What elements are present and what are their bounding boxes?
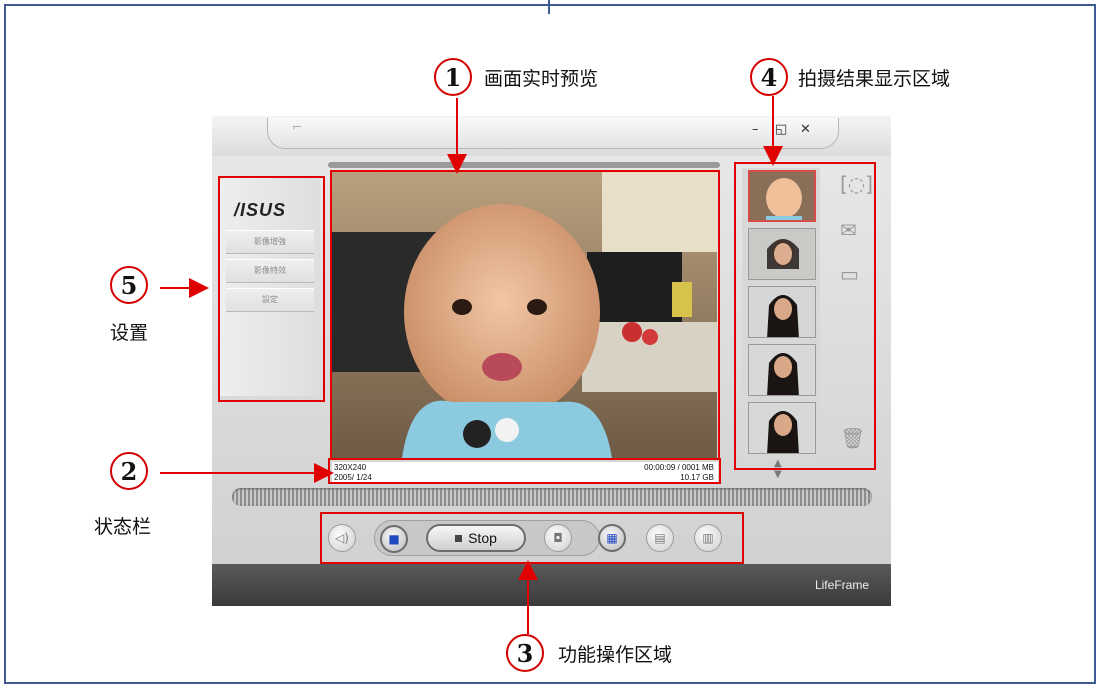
callout-3-label: 功能操作区域	[558, 644, 673, 666]
callout-2-number: 2	[110, 452, 148, 490]
callout-5-number: 5	[110, 266, 148, 304]
callout-4-number: 4	[750, 58, 788, 96]
callout-3-number: 3	[506, 634, 544, 672]
annotation-arrows	[160, 96, 783, 634]
callout-1-label: 画面实时预览	[484, 68, 599, 90]
callout-2-label: 状态栏	[94, 516, 152, 538]
callout-4-label: 拍摄结果显示区域	[798, 68, 951, 90]
callout-1-number: 1	[434, 58, 472, 96]
callout-5-label: 设置	[110, 322, 149, 344]
